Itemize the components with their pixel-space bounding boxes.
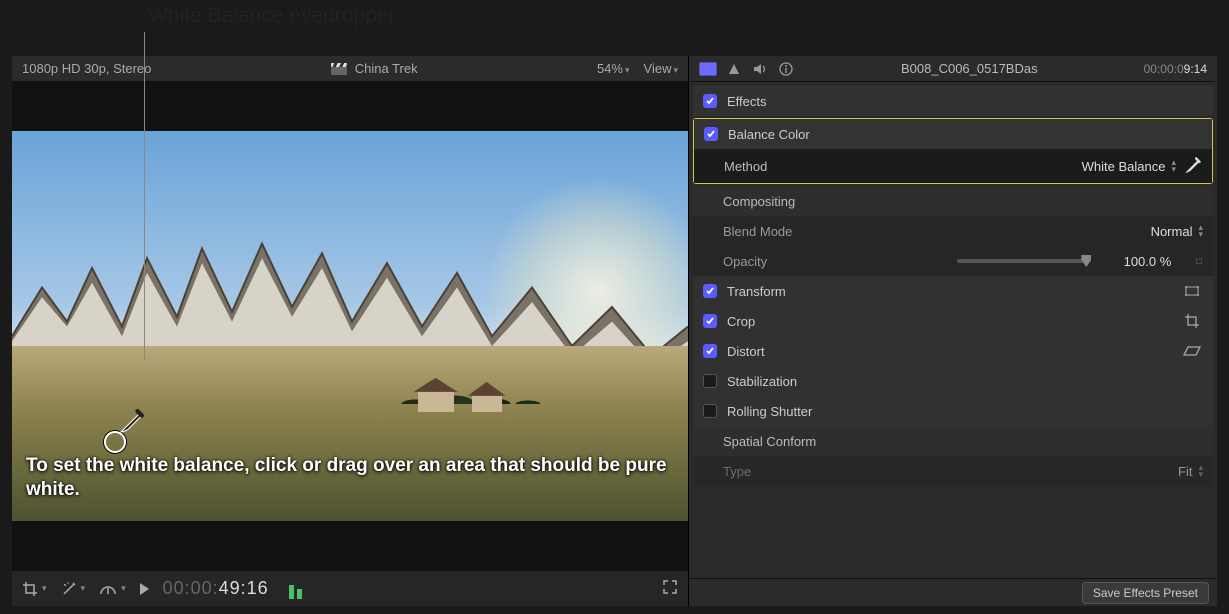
balance-color-group: Balance Color Method White Balance ▴▾ <box>693 118 1213 184</box>
retime-tool-dropdown[interactable]: ▾ <box>99 582 126 596</box>
crop-checkbox[interactable] <box>703 314 717 328</box>
balance-method-row: Method White Balance ▴▾ <box>694 149 1212 183</box>
eyedropper-cursor[interactable] <box>104 431 126 453</box>
crop-tool-dropdown[interactable]: ▾ <box>22 581 47 597</box>
video-frame: To set the white balance, click or drag … <box>12 131 688 521</box>
save-effects-preset-button[interactable]: Save Effects Preset <box>1082 582 1209 604</box>
viewer-footer: ▾ ▾ ▾ 00:00:49:16 <box>12 570 688 606</box>
clapperboard-icon <box>331 63 347 75</box>
fullscreen-icon[interactable] <box>662 579 678 598</box>
blend-stepper[interactable]: ▴▾ <box>1198 224 1203 238</box>
callout-label: White Balance eyedropper <box>148 4 395 28</box>
method-stepper[interactable]: ▴▾ <box>1171 159 1176 173</box>
transform-tool-icon[interactable] <box>1181 284 1203 298</box>
audio-inspector-tab[interactable] <box>751 62 769 76</box>
rolling-shutter-section[interactable]: Rolling Shutter <box>693 396 1213 426</box>
stabilization-checkbox[interactable] <box>703 374 717 388</box>
opacity-row: Opacity 100.0 % ◇ <box>693 246 1213 276</box>
crop-section[interactable]: Crop <box>693 306 1213 336</box>
distort-checkbox[interactable] <box>703 344 717 358</box>
transform-section[interactable]: Transform <box>693 276 1213 306</box>
spatial-conform-dropdown[interactable]: Fit <box>1178 464 1192 479</box>
callout-line <box>144 32 145 360</box>
balance-color-row[interactable]: Balance Color <box>694 119 1212 149</box>
inspector-clip-name: B008_C006_0517BDas <box>805 61 1134 76</box>
method-label: Method <box>724 159 1082 174</box>
spatial-conform-stepper[interactable]: ▴▾ <box>1198 464 1203 478</box>
spatial-conform-type-row: Type Fit ▴▾ <box>693 456 1213 486</box>
spatial-conform-header: Spatial Conform <box>693 426 1213 456</box>
blend-mode-row: Blend Mode Normal ▴▾ <box>693 216 1213 246</box>
distort-section[interactable]: Distort <box>693 336 1213 366</box>
zoom-dropdown[interactable]: 54%▾ <box>597 61 630 76</box>
inspector-body: Effects Balance Color Method White Balan… <box>689 82 1217 578</box>
keyframe-icon[interactable]: ◇ <box>1193 254 1206 267</box>
viewer-title: China Trek <box>355 61 418 76</box>
generator-inspector-tab[interactable] <box>725 62 743 76</box>
opacity-value[interactable]: 100.0 % <box>1101 254 1171 269</box>
viewer-format: 1080p HD 30p, Stereo <box>22 61 151 76</box>
enhance-tool-dropdown[interactable]: ▾ <box>61 581 86 597</box>
viewer-header: 1080p HD 30p, Stereo China Trek 54%▾ Vie… <box>12 56 688 82</box>
transform-checkbox[interactable] <box>703 284 717 298</box>
info-inspector-tab[interactable] <box>777 62 795 76</box>
view-dropdown[interactable]: View▾ <box>644 61 678 76</box>
inspector-timecode: 00:00:09:14 <box>1144 62 1207 76</box>
effects-checkbox[interactable] <box>703 94 717 108</box>
viewer-canvas[interactable]: To set the white balance, click or drag … <box>12 82 688 570</box>
audio-meters <box>289 579 302 599</box>
inspector-header: B008_C006_0517BDas 00:00:09:14 <box>689 56 1217 82</box>
opacity-slider[interactable] <box>957 259 1087 263</box>
eyedropper-icon[interactable] <box>1182 156 1202 176</box>
compositing-header: Compositing <box>693 186 1213 216</box>
inspector-footer: Save Effects Preset <box>689 578 1217 606</box>
viewer-timecode[interactable]: 00:00:49:16 <box>163 578 269 599</box>
app-window: 1080p HD 30p, Stereo China Trek 54%▾ Vie… <box>12 56 1217 606</box>
inspector-panel: B008_C006_0517BDas 00:00:09:14 Effects B… <box>688 56 1217 606</box>
method-dropdown[interactable]: White Balance <box>1082 159 1166 174</box>
stabilization-section[interactable]: Stabilization <box>693 366 1213 396</box>
distort-tool-icon[interactable] <box>1181 345 1203 357</box>
blend-mode-dropdown[interactable]: Normal <box>1151 224 1193 239</box>
viewer-panel: 1080p HD 30p, Stereo China Trek 54%▾ Vie… <box>12 56 688 606</box>
effects-section[interactable]: Effects <box>693 86 1213 116</box>
balance-color-checkbox[interactable] <box>704 127 718 141</box>
play-button[interactable] <box>140 583 149 595</box>
viewer-overlay-hint: To set the white balance, click or drag … <box>26 454 674 503</box>
rolling-shutter-checkbox[interactable] <box>703 404 717 418</box>
video-inspector-tab[interactable] <box>699 62 717 76</box>
crop-tool-icon[interactable] <box>1181 313 1203 329</box>
